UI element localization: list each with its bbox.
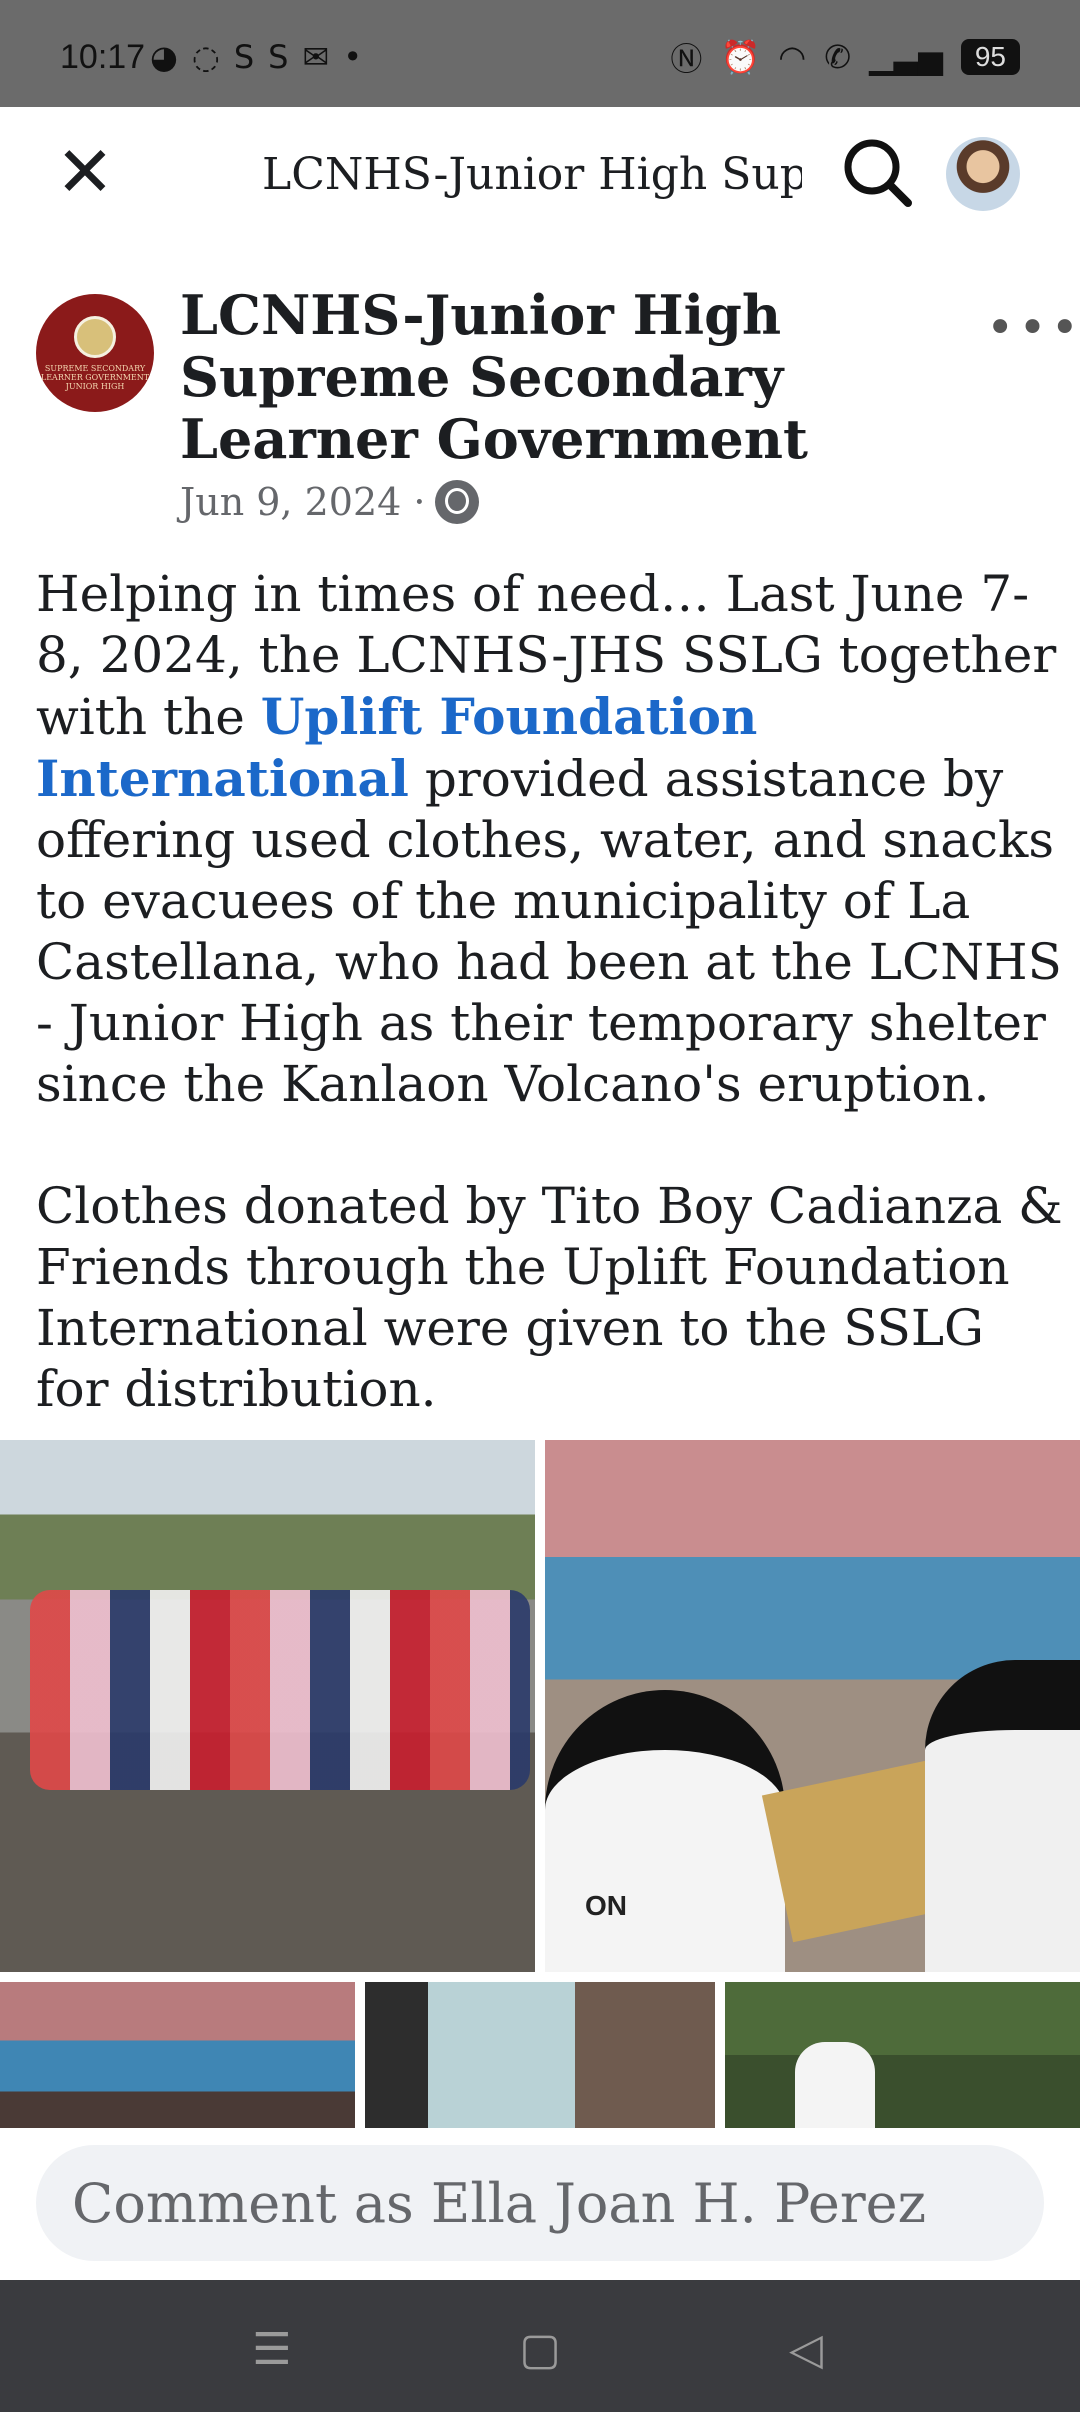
system-nav-bar: ☰ ▢ ◁ — [0, 2280, 1080, 2412]
comment-bar: Comment as Ella Joan H. Perez — [0, 2130, 1080, 2280]
search-button[interactable] — [838, 133, 918, 213]
photo-clothes-pile — [30, 1590, 530, 1790]
shirt-text: ON — [585, 1890, 627, 1921]
post-paragraph-2: Clothes donated by Tito Boy Cadianza & F… — [36, 1177, 1063, 1418]
back-button[interactable]: ◁ — [776, 2320, 836, 2380]
photo-distribution[interactable]: ON — [545, 1440, 1080, 1972]
alarm-icon: ⏰ — [720, 38, 761, 76]
photo-person — [795, 2042, 875, 2128]
wifi-icon: ◠ — [778, 38, 807, 76]
menu-icon: ☰ — [252, 2324, 292, 2375]
more-icon: ••• — [986, 300, 1080, 356]
top-bar: ✕ LCNHS-Junior High Supre... — [0, 107, 1080, 237]
dot-icon: • — [343, 38, 363, 76]
logo-text: SUPREME SECONDARY LEARNER GOVERNMENT JUN… — [40, 363, 150, 391]
status-time: 10:17 — [60, 38, 146, 76]
logo-emblem — [74, 315, 116, 358]
s-icon: S — [233, 38, 255, 76]
home-button[interactable]: ▢ — [510, 2320, 570, 2380]
signal-icon: ▁▃▅ — [869, 38, 943, 76]
post-date[interactable]: Jun 9, 2024 · — [180, 480, 425, 524]
profile-avatar[interactable] — [946, 137, 1020, 211]
page-name[interactable]: LCNHS-Junior High Supreme Secondary Lear… — [180, 284, 910, 470]
page-logo[interactable]: SUPREME SECONDARY LEARNER GOVERNMENT JUN… — [36, 294, 154, 412]
call-icon: ✆ — [824, 38, 852, 76]
post-body: Helping in times of need… Last June 7-8,… — [36, 564, 1066, 1420]
viber-icon: ◌ — [191, 38, 220, 76]
globe-icon — [435, 480, 480, 524]
photo-outdoor[interactable] — [725, 1982, 1080, 2128]
photo-grid: ON — [0, 1440, 1080, 2128]
system-icons: Ⓝ ⏰ ◠ ✆ ▁▃▅ 95 — [670, 34, 1020, 80]
back-icon: ◁ — [789, 2324, 823, 2375]
photo-evacuees[interactable] — [365, 1982, 715, 2128]
s-icon: S — [268, 38, 289, 76]
more-options-button[interactable]: ••• — [986, 300, 1080, 356]
battery-icon: 95 — [960, 39, 1020, 75]
post-paragraph-1: Helping in times of need… Last June 7-8,… — [36, 565, 1062, 1113]
photo-person — [925, 1660, 1080, 1972]
notification-icons: ◕ ◌ S S ✉ • — [150, 38, 362, 76]
close-button[interactable]: ✕ — [50, 137, 120, 207]
photo-classroom[interactable] — [0, 1982, 355, 2128]
close-icon: ✕ — [55, 131, 115, 213]
search-icon — [844, 139, 912, 207]
mail-icon: ✉ — [302, 38, 330, 76]
photo-clothes-table[interactable] — [0, 1440, 535, 1972]
post-meta: Jun 9, 2024 · — [180, 480, 480, 524]
status-bar: 10:17 ◕ ◌ S S ✉ • Ⓝ ⏰ ◠ ✆ ▁▃▅ 95 — [0, 0, 1080, 107]
nfc-icon: Ⓝ — [670, 40, 703, 78]
comment-input[interactable]: Comment as Ella Joan H. Perez — [36, 2145, 1044, 2261]
post-header: SUPREME SECONDARY LEARNER GOVERNMENT JUN… — [0, 280, 1080, 540]
messenger-icon: ◕ — [150, 38, 178, 76]
recent-apps-button[interactable]: ☰ — [242, 2320, 302, 2380]
photo-person: ON — [545, 1690, 785, 1972]
home-icon: ▢ — [519, 2324, 561, 2375]
page-title: LCNHS-Junior High Supre... — [262, 149, 802, 200]
